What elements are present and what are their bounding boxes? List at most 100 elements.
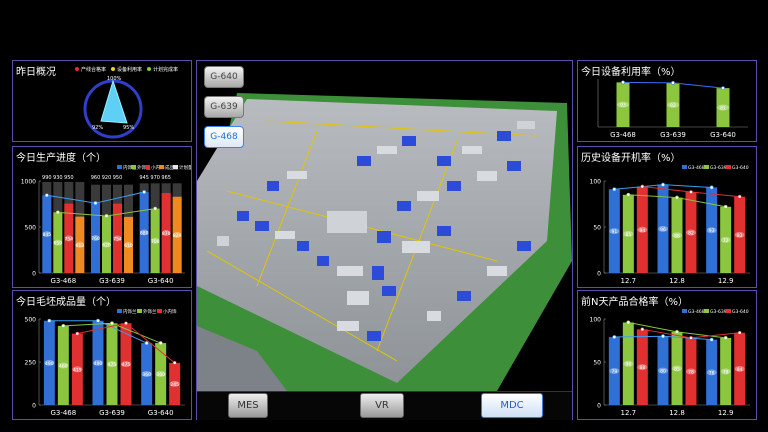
series-point xyxy=(104,214,109,218)
series-point xyxy=(723,204,728,209)
plan-label: 950 xyxy=(113,175,123,181)
legend-label: G3-468 xyxy=(688,309,705,315)
bar-label: 360 xyxy=(142,372,151,378)
legend-swatch xyxy=(137,309,142,313)
view-button-g640[interactable]: G-640 xyxy=(204,66,244,88)
bar-label: 610 xyxy=(124,243,133,249)
legend-label: 小内饰 xyxy=(163,308,177,315)
legend-swatch xyxy=(131,165,136,169)
series-point xyxy=(144,341,149,345)
x-tick-label: 12.9 xyxy=(718,409,734,417)
series-point xyxy=(142,190,147,194)
y-tick-label: 0 xyxy=(32,403,36,410)
radar-legend: 产线合格率 设备利用率 计划完成率 xyxy=(75,66,178,73)
yesterday-panel: 昨日概况 产线合格率 设备利用率 计划完成率 100% 92% 95% xyxy=(12,60,192,142)
svg-text:设备利用率: 设备利用率 xyxy=(117,66,142,73)
util-today-panel: 今日设备利用率（%） 93 G3-468 92 G3-639 81 G3-640 xyxy=(577,60,757,142)
y-tick-label: 100 xyxy=(590,317,602,324)
svg-text:92%: 92% xyxy=(92,125,103,131)
progress-chart: 内饰兰 外饰兰 小内饰 成品量 计划量05001000845659754613G3-46… xyxy=(21,164,191,285)
bar-label: 85 xyxy=(674,366,680,372)
bar-label: 83 xyxy=(737,233,743,239)
mes-button[interactable]: MES xyxy=(228,393,268,418)
bar-label: 829 xyxy=(173,233,182,239)
bar-label: 78 xyxy=(688,369,694,375)
view-button-g468[interactable]: G-468 xyxy=(204,126,244,148)
bar-label: 415 xyxy=(73,367,82,373)
series-point xyxy=(626,192,631,197)
plan-label: 990 xyxy=(42,175,52,181)
series-point xyxy=(737,330,742,335)
radar-area xyxy=(100,79,128,124)
view-button-g639[interactable]: G-639 xyxy=(204,96,244,118)
pass-rate-chart: G3-468 G3-639 G3-640 0 50 100 79 96 88 12.7 80 85 78… xyxy=(590,309,750,417)
legend-swatch xyxy=(682,165,687,169)
series-point xyxy=(675,330,679,334)
plan-label: 960 xyxy=(91,175,101,181)
bar-label: 754 xyxy=(65,236,74,242)
legend-swatch xyxy=(704,309,709,313)
yield-panel: 今日毛坯成品量（个） 内饰兰 外饰兰 小内饰 0 250 500 490 460 415 G3-4… xyxy=(12,290,192,420)
bar-label: 475 xyxy=(108,362,117,368)
plan-label: 950 xyxy=(64,175,74,181)
legend-swatch xyxy=(159,165,164,169)
series-point xyxy=(689,336,693,340)
vr-button[interactable]: VR xyxy=(360,393,404,418)
bar-label: 475 xyxy=(122,362,131,368)
x-tick-label: 12.7 xyxy=(621,277,637,285)
series-point xyxy=(721,86,725,91)
pass-rate-panel: 前N天产品合格率（%） G3-468 G3-639 G3-640 0 50 100 79 96… xyxy=(577,290,757,420)
x-tick-label: G3-639 xyxy=(99,409,125,417)
util-today-chart: 93 G3-468 92 G3-639 81 G3-640 xyxy=(597,79,748,139)
x-tick-label: G3-468 xyxy=(50,277,76,285)
legend-swatch xyxy=(726,309,731,313)
bar-label: 78 xyxy=(723,369,729,375)
bar-label: 92 xyxy=(670,103,676,109)
series-point xyxy=(44,193,49,198)
series-point xyxy=(709,185,714,190)
bar-label: 94 xyxy=(639,228,645,234)
bar-label: 93 xyxy=(709,228,715,234)
series-point xyxy=(640,184,645,189)
series-point xyxy=(621,80,625,85)
bar-label: 870 xyxy=(162,231,171,237)
x-tick-label: 12.9 xyxy=(718,277,734,285)
y-tick-label: 50 xyxy=(593,360,601,367)
factory-view[interactable] xyxy=(196,60,573,420)
x-tick-label: G3-640 xyxy=(148,409,174,417)
bar-label: 85 xyxy=(625,232,631,238)
progress-panel: 今日生产进度（个） 内饰兰 外饰兰 小内饰 成品量 计划量 0 500 1000 845 659 7… xyxy=(12,146,192,288)
x-tick-label: 12.7 xyxy=(621,409,637,417)
plan-label: 945 xyxy=(139,175,149,181)
bar-label: 845 xyxy=(43,232,52,238)
series-point xyxy=(612,335,617,339)
bar-label: 360 xyxy=(156,372,165,378)
series-point xyxy=(93,201,98,205)
series-point xyxy=(709,337,714,342)
series-point xyxy=(661,182,665,187)
bar-label: 76 xyxy=(709,370,715,376)
svg-text:100%: 100% xyxy=(107,76,122,82)
legend-swatch xyxy=(726,165,731,169)
legend-label: 计划量 xyxy=(179,164,191,171)
plan-label: 970 xyxy=(150,175,160,181)
bar-label: 490 xyxy=(94,361,103,367)
factory-3d-scene xyxy=(197,93,572,391)
bar-label: 79 xyxy=(611,369,617,375)
bar-label: 93 xyxy=(620,103,626,109)
y-tick-label: 50 xyxy=(593,225,601,232)
series-point xyxy=(61,323,66,328)
series-point xyxy=(47,318,52,323)
y-tick-label: 250 xyxy=(25,360,37,367)
legend-label: G3-639 xyxy=(710,309,727,315)
x-tick-label: G3-639 xyxy=(99,277,125,285)
bar-label: 659 xyxy=(54,241,63,247)
series-point xyxy=(75,331,80,336)
series-point xyxy=(689,190,693,194)
bar-label: 96 xyxy=(660,227,666,233)
bar-label: 80 xyxy=(660,369,666,375)
bar-label: 700 xyxy=(151,239,160,245)
legend-label: G3-640 xyxy=(732,309,749,315)
svg-text:产线合格率: 产线合格率 xyxy=(81,66,106,73)
mdc-button[interactable]: MDC xyxy=(481,393,543,418)
